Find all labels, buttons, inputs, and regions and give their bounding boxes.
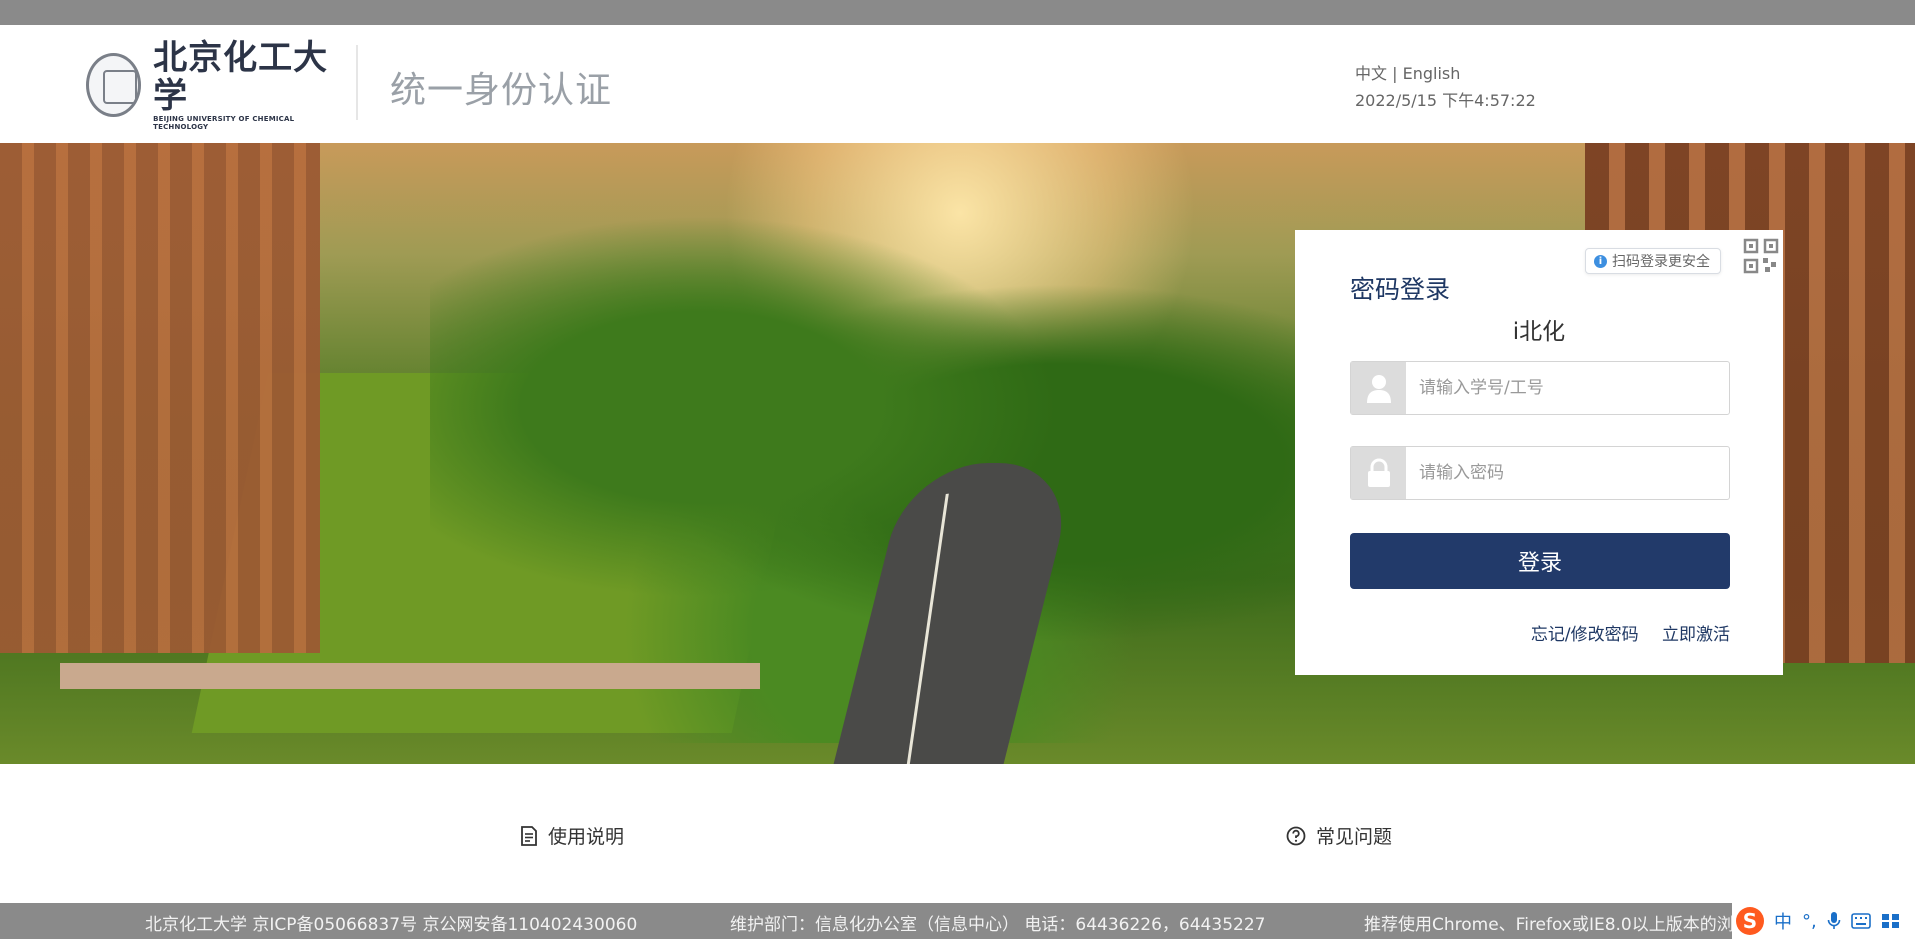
user-icon	[1351, 362, 1406, 414]
qr-tip-text: 扫码登录更安全	[1612, 254, 1710, 270]
login-card: i 扫码登录更安全 密码登录 i北化 请输入学号/工号 登录 忘记/修改密码 立…	[1295, 230, 1783, 675]
lang-chinese-link[interactable]: 中文	[1355, 64, 1387, 83]
login-button[interactable]: 登录	[1350, 533, 1730, 589]
header: 北京化工大学 BEIJING UNIVERSITY OF CHEMICAL TE…	[0, 25, 1915, 143]
question-circle-icon	[1286, 826, 1306, 845]
logo-chinese-name: 北京化工大学	[153, 38, 329, 116]
ime-toolbar: S 中 °,	[1732, 903, 1915, 939]
top-bar	[0, 0, 1915, 25]
footer-icp: 北京化工大学 京ICP备05066837号 京公网安备110402430060	[145, 915, 638, 935]
lang-english-link[interactable]: English	[1403, 64, 1461, 83]
university-logo[interactable]: 北京化工大学 BEIJING UNIVERSITY OF CHEMICAL TE…	[86, 39, 331, 131]
lock-icon	[1351, 447, 1406, 499]
user-manual-label: 使用说明	[548, 826, 625, 848]
forgot-password-link[interactable]: 忘记/修改密码	[1531, 625, 1639, 645]
footer-maintainer: 维护部门：信息化办公室（信息中心） 电话：64436226，64435227	[730, 915, 1266, 935]
header-divider	[356, 45, 358, 120]
password-input[interactable]	[1406, 447, 1729, 499]
password-field	[1350, 446, 1730, 500]
lang-separator: |	[1392, 64, 1398, 83]
info-icon: i	[1594, 254, 1607, 268]
footer: 北京化工大学 京ICP备05066837号 京公网安备110402430060 …	[0, 903, 1915, 939]
language-switcher: 中文 | English	[1355, 60, 1460, 84]
username-field	[1350, 361, 1730, 415]
hero-building-left	[0, 143, 320, 653]
qr-code-toggle[interactable]	[1731, 230, 1783, 282]
ime-grid-icon[interactable]	[1881, 913, 1901, 929]
logo-wordmark: 北京化工大学 BEIJING UNIVERSITY OF CHEMICAL TE…	[153, 39, 331, 131]
hero-path	[60, 663, 760, 689]
page-title: 统一身份认证	[390, 70, 613, 111]
ime-punctuation-toggle[interactable]: °,	[1802, 911, 1817, 932]
logo-english-name: BEIJING UNIVERSITY OF CHEMICAL TECHNOLOG…	[153, 115, 295, 131]
qr-login-tip[interactable]: i 扫码登录更安全	[1585, 248, 1721, 274]
microphone-icon[interactable]	[1827, 911, 1841, 931]
login-subtitle: i北化	[1512, 319, 1566, 345]
qr-code-icon	[1743, 238, 1779, 274]
login-title: 密码登录	[1350, 275, 1451, 304]
footer-browser-tip: 推荐使用Chrome、Firefox或IE8.0以上版本的浏览器	[1364, 915, 1734, 935]
faq-label: 常见问题	[1316, 826, 1393, 848]
help-links: 使用说明 常见问题	[0, 764, 1915, 900]
user-manual-link[interactable]: 使用说明	[520, 822, 624, 849]
login-links: 忘记/修改密码 立即激活	[1350, 620, 1730, 645]
current-datetime: 2022/5/15 下午4:57:22	[1355, 91, 1536, 110]
sogou-ime-icon[interactable]: S	[1736, 907, 1764, 935]
keyboard-icon[interactable]	[1850, 913, 1871, 929]
university-seal-icon	[86, 53, 142, 117]
document-icon	[521, 825, 537, 846]
ime-mode-toggle[interactable]: 中	[1774, 908, 1792, 934]
activate-account-link[interactable]: 立即激活	[1662, 625, 1730, 645]
username-input[interactable]	[1406, 362, 1729, 414]
faq-link[interactable]: 常见问题	[1286, 822, 1392, 849]
